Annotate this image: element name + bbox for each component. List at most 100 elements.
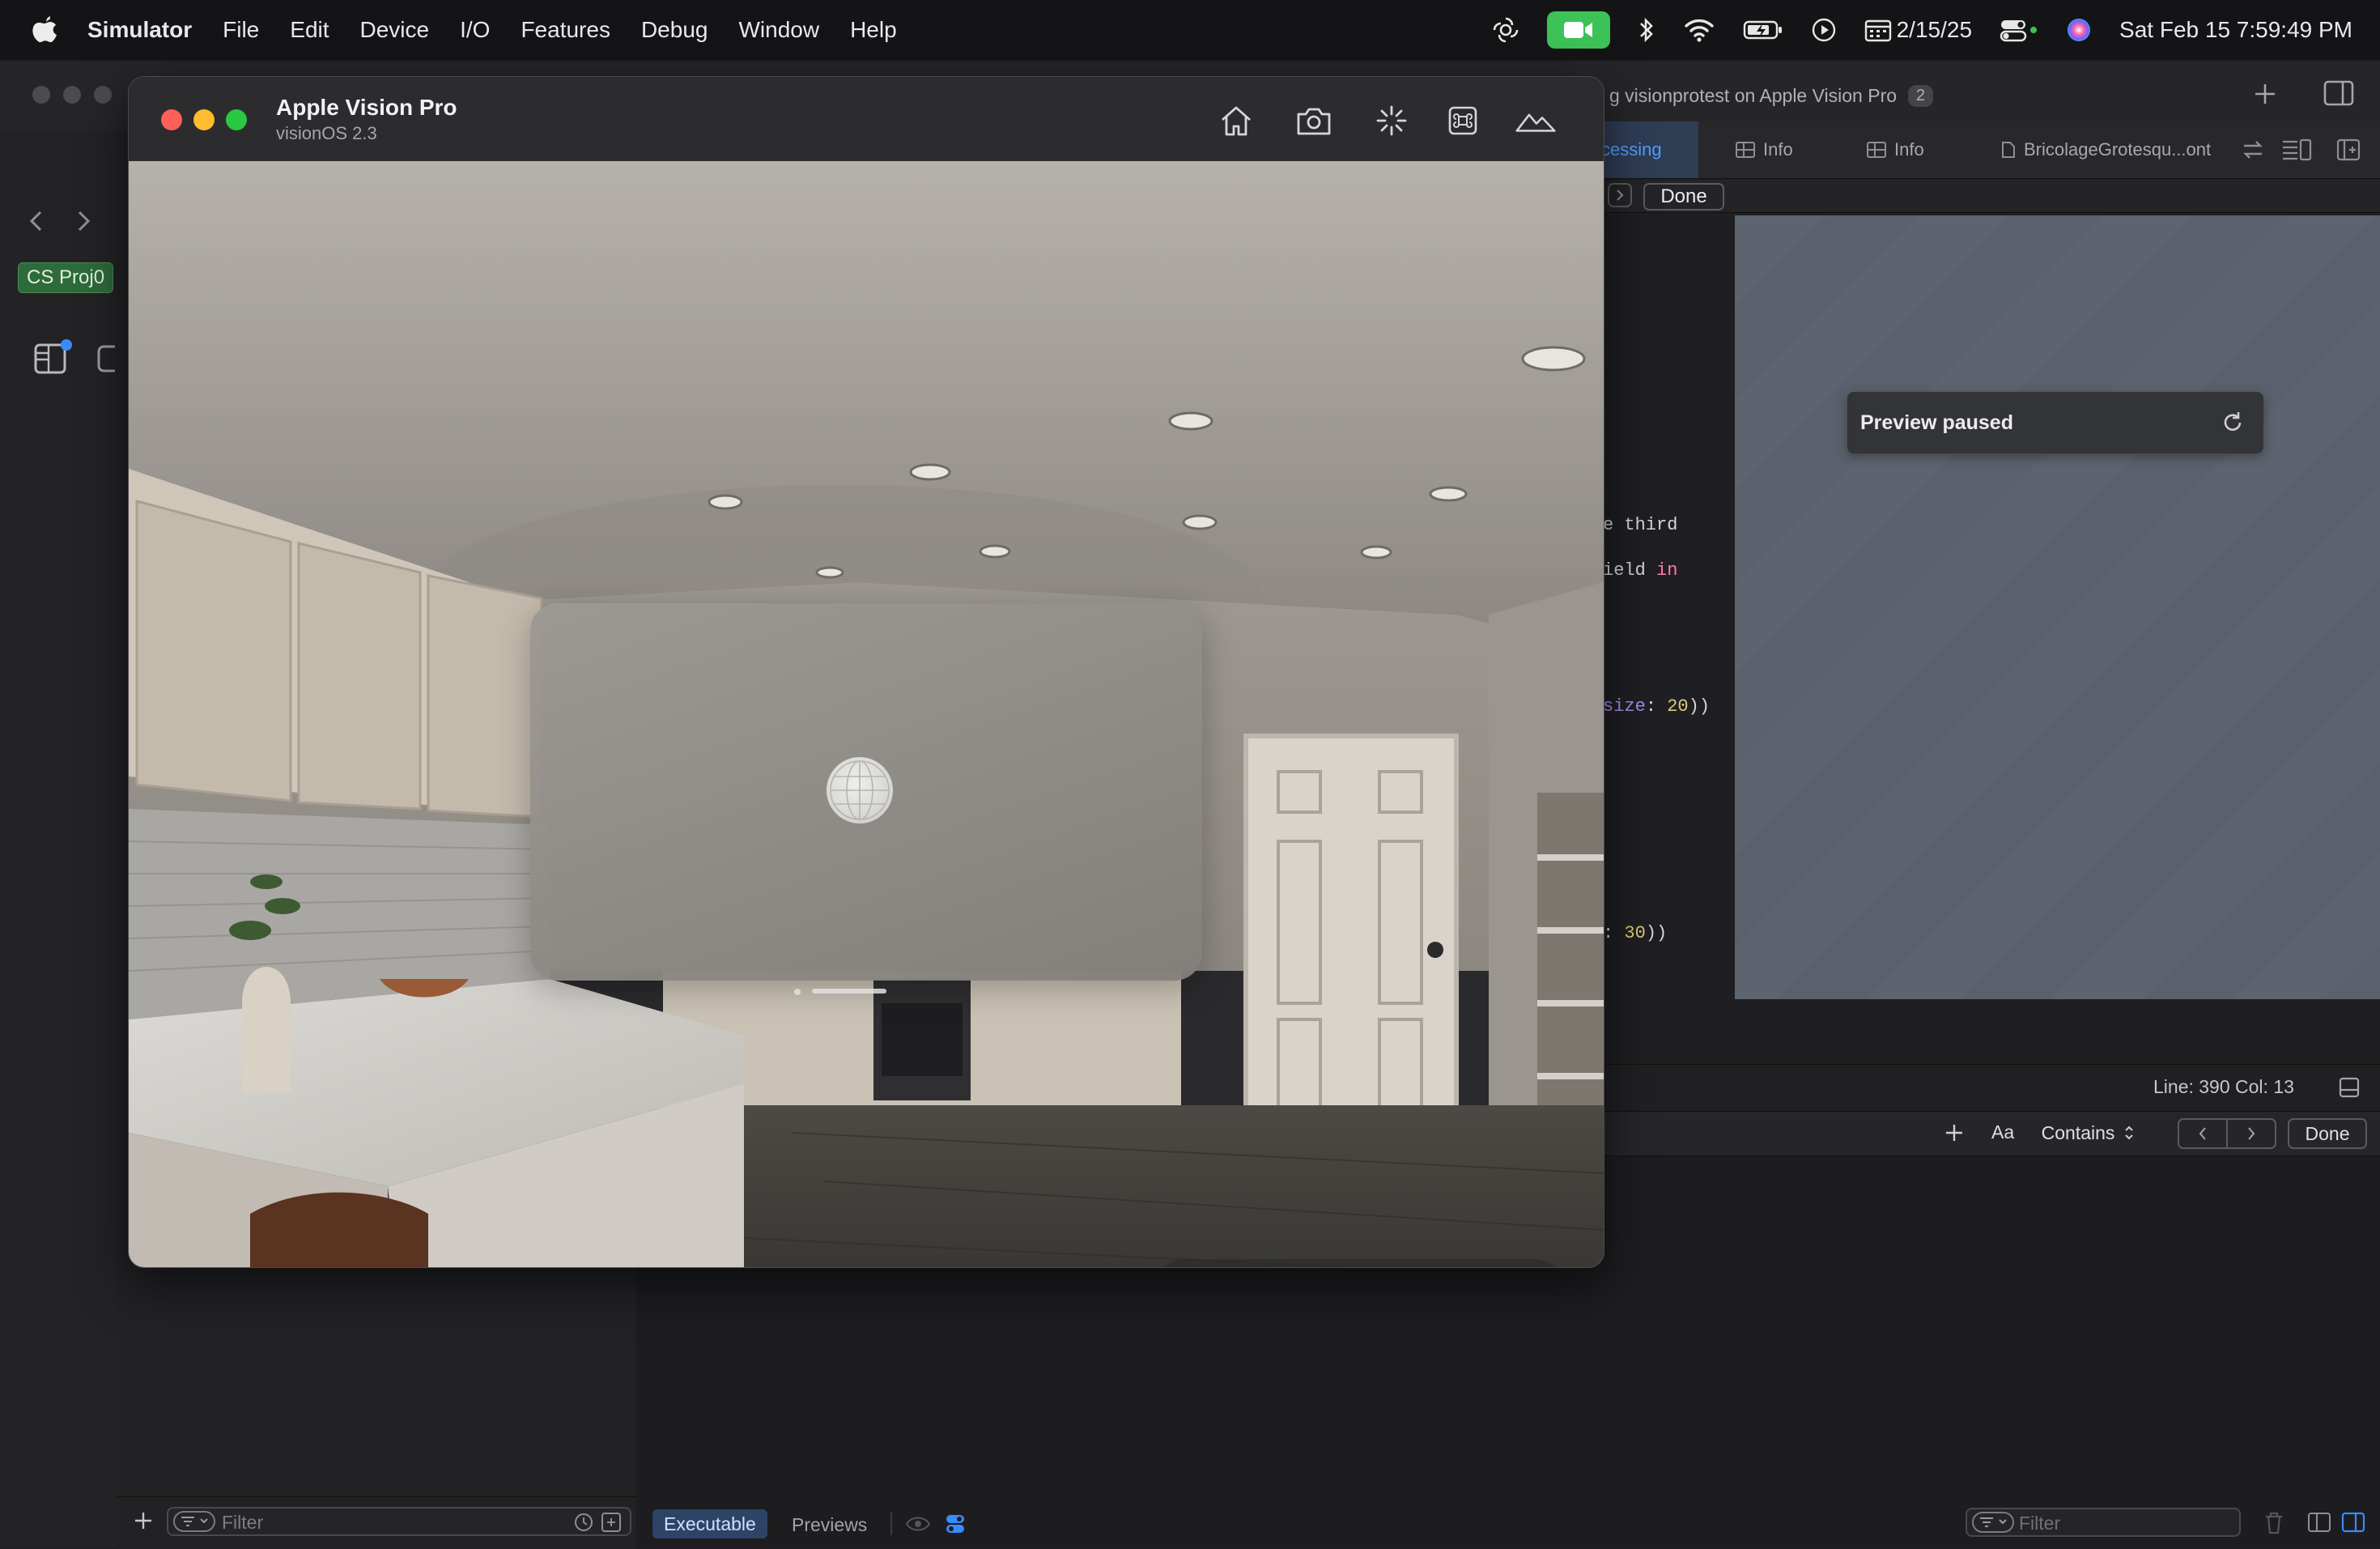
tab-label: cessing [1601, 139, 1662, 160]
menu-device[interactable]: Device [360, 17, 430, 43]
inspector-toggle-icon[interactable] [2323, 79, 2356, 107]
scheme-chip[interactable]: CS Proj0 [18, 262, 114, 293]
recent-files-icon[interactable] [573, 1512, 594, 1533]
filter-options-icon[interactable] [173, 1511, 215, 1532]
hide-debug-area-icon[interactable] [2338, 1076, 2361, 1099]
code-editor[interactable]: e third ield in size: 20)) : 30)) [1600, 214, 1733, 999]
activity-text: g visionprotest on Apple Vision Pro [1609, 84, 1898, 106]
globe-icon[interactable] [827, 757, 893, 823]
tab-label: Info [1894, 139, 1924, 160]
activity-badge: 2 [1908, 84, 1934, 107]
bluetooth-icon[interactable] [1638, 16, 1655, 44]
app-window[interactable] [530, 603, 1202, 981]
add-file-icon[interactable] [133, 1510, 154, 1531]
home-icon[interactable] [1215, 100, 1257, 142]
tab-info-2[interactable]: Info [1867, 121, 1924, 178]
next-issue-button[interactable] [1608, 183, 1632, 207]
battery-icon[interactable] [1743, 19, 1783, 40]
refresh-icon[interactable] [2220, 410, 2246, 436]
match-mode-select[interactable]: Contains [2035, 1117, 2140, 1149]
close-window-button[interactable] [161, 109, 182, 130]
os-version: visionOS 2.3 [276, 123, 377, 143]
simulator-titlebar: Apple Vision Pro visionOS 2.3 [129, 77, 1604, 162]
menu-features[interactable]: Features [521, 17, 610, 43]
eye-icon[interactable] [905, 1514, 931, 1534]
menu-file[interactable]: File [223, 17, 259, 43]
executable-tab[interactable]: Executable [652, 1509, 767, 1538]
console-view-icon[interactable] [2341, 1511, 2365, 1534]
chatgpt-icon[interactable] [1492, 16, 1519, 44]
editor-status-bar: Line: 390 Col: 13 [1600, 1064, 2380, 1110]
editor-options-icon[interactable] [2281, 138, 2314, 162]
device-name: Apple Vision Pro [276, 95, 457, 120]
related-items-icon[interactable] [2241, 138, 2265, 162]
preview-bottom-bar: Executable Previews [638, 1496, 1124, 1548]
variables-view-icon[interactable] [2307, 1511, 2331, 1534]
console-filter-field[interactable]: Filter [1966, 1508, 2241, 1537]
find-done-button[interactable]: Done [2288, 1118, 2367, 1149]
environment-icon[interactable] [1515, 100, 1557, 142]
find-next-button[interactable] [2226, 1118, 2276, 1149]
plist-icon [1736, 142, 1755, 158]
menu-app-name[interactable]: Simulator [87, 17, 192, 43]
filter-placeholder: Filter [2019, 1513, 2061, 1534]
menu-window[interactable]: Window [738, 17, 819, 43]
filter-options-icon[interactable] [1972, 1512, 2014, 1533]
camera-icon[interactable] [1293, 100, 1335, 142]
chevron-updown-icon [2124, 1125, 2134, 1141]
nav-back-icon[interactable] [24, 207, 49, 235]
activity-viewer[interactable]: g visionprotest on Apple Vision Pro 2 [1609, 79, 1949, 112]
code-line-size30: : 30)) [1603, 923, 1668, 943]
siri-icon[interactable] [2066, 17, 2092, 43]
variants-icon[interactable] [944, 1513, 967, 1535]
visionos-scene[interactable] [129, 161, 1604, 1267]
add-editor-icon[interactable] [2336, 138, 2362, 162]
add-find-pattern-icon[interactable] [1943, 1121, 1966, 1144]
filter-placeholder: Filter [222, 1512, 264, 1533]
source-control-filter-icon[interactable] [601, 1512, 622, 1533]
previews-tab[interactable]: Previews [792, 1514, 867, 1536]
trash-icon[interactable] [2263, 1511, 2284, 1535]
window-close-dot[interactable] [794, 989, 801, 995]
source-control-icon[interactable] [96, 342, 115, 374]
navigator-filter-bar: Filter [117, 1496, 636, 1549]
add-icon[interactable] [2250, 79, 2280, 109]
tab-processing[interactable]: cessing [1600, 121, 1698, 178]
find-bar: Aa Contains Done [1600, 1111, 2380, 1156]
apple-menu-icon[interactable] [31, 13, 58, 45]
tab-font-file[interactable]: BricolageGrotesqu...ont [2001, 121, 2211, 178]
menu-io[interactable]: I/O [460, 17, 490, 43]
jump-done-button[interactable]: Done [1643, 183, 1724, 211]
code-line-comment: e third [1603, 515, 1678, 535]
menu-help[interactable]: Help [850, 17, 897, 43]
project-navigator-icon[interactable] [32, 338, 73, 376]
menu-edit[interactable]: Edit [290, 17, 329, 43]
navigator-filter-field[interactable]: Filter [167, 1507, 631, 1536]
match-case-toggle[interactable]: Aa [1991, 1121, 2014, 1143]
facetime-video-icon[interactable] [1546, 11, 1610, 49]
control-center-icon[interactable] [2000, 18, 2038, 42]
minimize-window-button[interactable] [193, 109, 215, 130]
editor-tab-bar: cessing Info Info BricolageGrotesqu...on… [1600, 121, 2380, 179]
console-filter-bar: Filter [1943, 1496, 2380, 1548]
nav-forward-icon[interactable] [71, 207, 96, 235]
menu-debug[interactable]: Debug [641, 17, 708, 43]
zoom-window-button[interactable] [226, 109, 247, 130]
wifi-icon[interactable] [1683, 18, 1715, 42]
preview-paused-card[interactable]: Preview paused [1847, 392, 2263, 453]
calendar-date[interactable]: 2/15/25 [1864, 17, 1972, 43]
command-icon[interactable] [1442, 100, 1484, 142]
clock[interactable]: Sat Feb 15 7:59:49 PM [2119, 17, 2352, 43]
window-grabber-bar[interactable] [812, 989, 886, 994]
preview-status-text: Preview paused [1860, 411, 2013, 434]
menu-bar: Simulator File Edit Device I/O Features … [0, 0, 2380, 60]
navigator-icons-strip: CS Proj0 [0, 130, 118, 1548]
shake-icon[interactable] [1371, 100, 1413, 142]
now-playing-icon[interactable] [1811, 17, 1837, 43]
match-mode-label: Contains [2041, 1121, 2115, 1143]
xcode-traffic-lights [32, 86, 125, 108]
tab-label: BricolageGrotesqu...ont [2024, 139, 2212, 160]
simulator-input-toolbar [1150, 1259, 1568, 1267]
tab-info-1[interactable]: Info [1736, 121, 1793, 178]
find-previous-button[interactable] [2178, 1118, 2228, 1149]
